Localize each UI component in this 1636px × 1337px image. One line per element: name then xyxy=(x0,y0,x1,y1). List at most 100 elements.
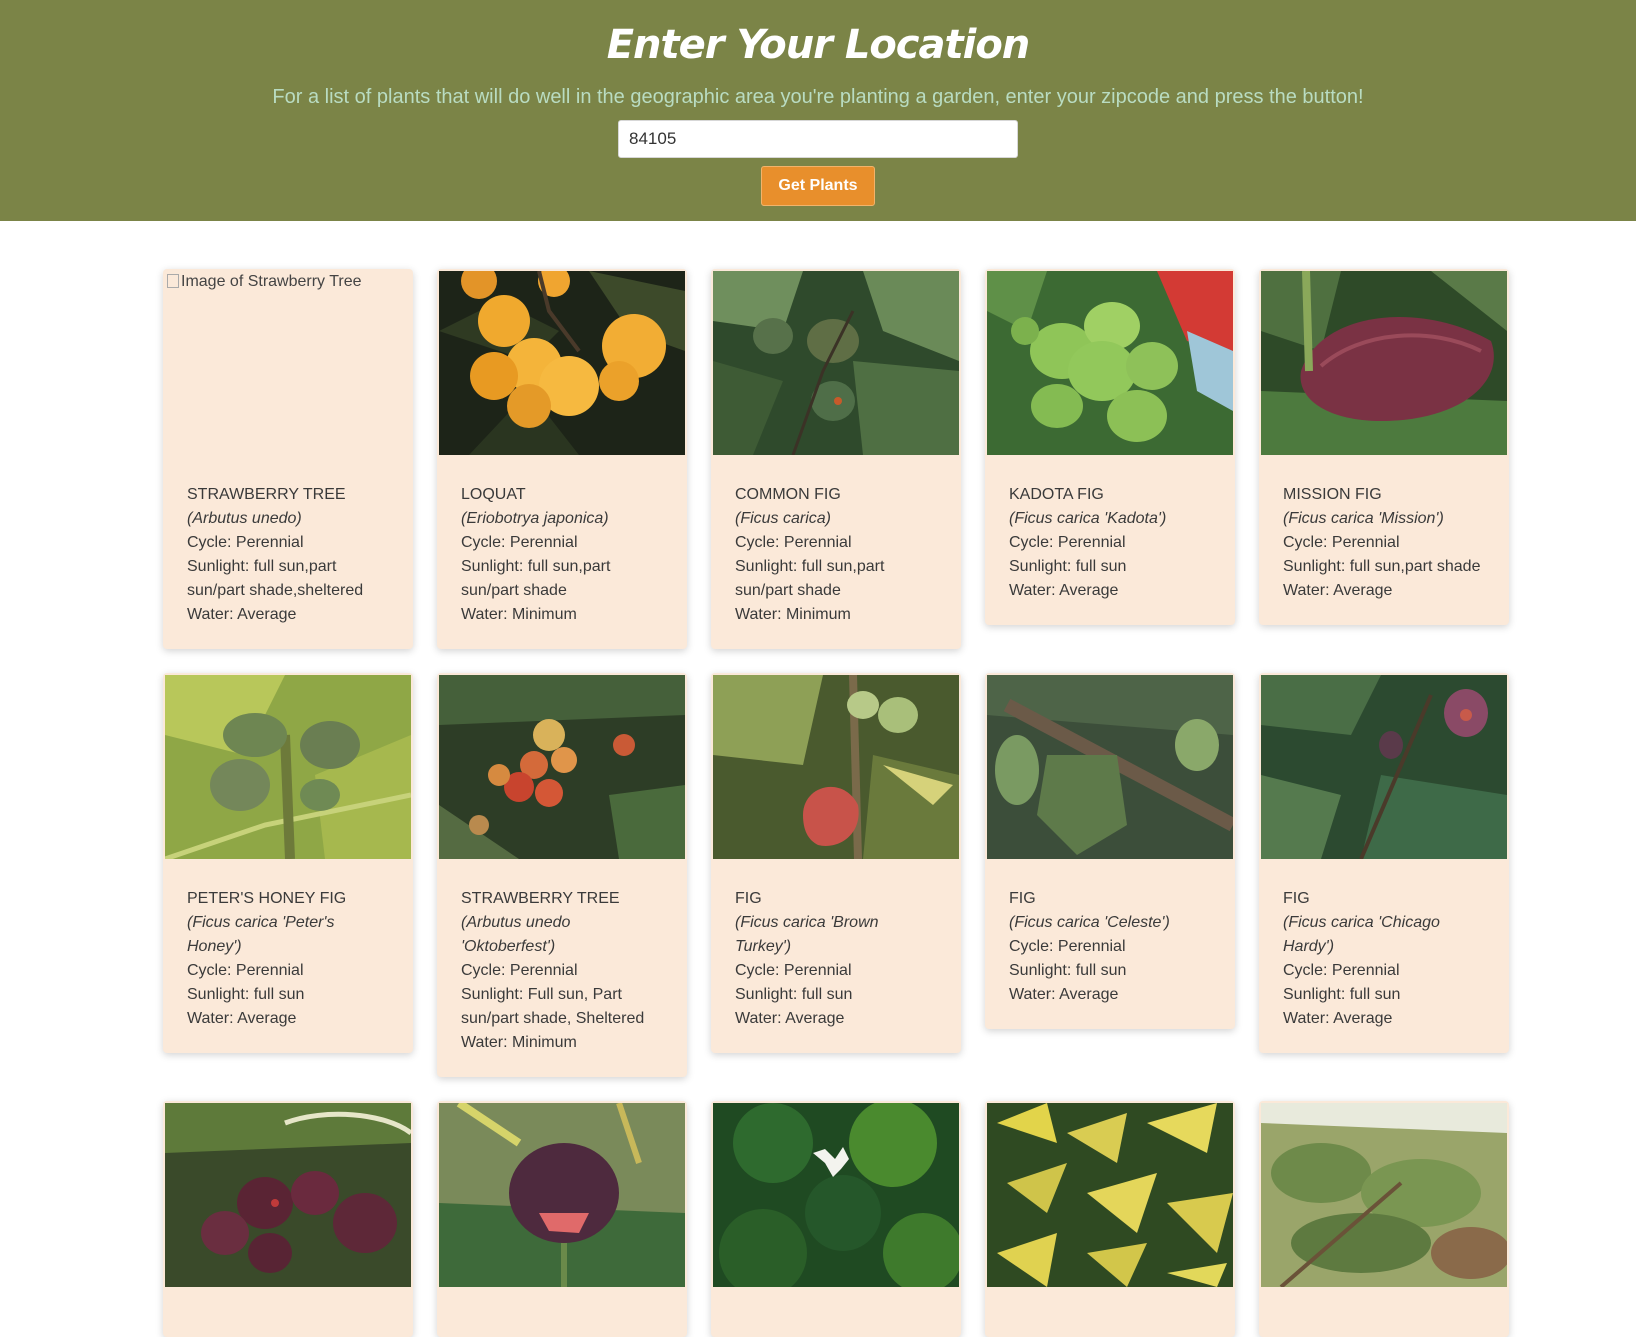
plant-water: Water: Minimum xyxy=(461,606,577,623)
plant-card: KADOTA FIG (Ficus carica 'Kadota') Cycle… xyxy=(985,269,1235,625)
get-plants-button[interactable]: Get Plants xyxy=(761,166,875,206)
plant-info: MISSION FIG (Ficus carica 'Mission') Cyc… xyxy=(1261,455,1507,603)
plant-common-name: KADOTA FIG xyxy=(1009,486,1104,503)
plant-sunlight: Sunlight: full sun,part shade xyxy=(1283,558,1481,575)
plant-card: STRAWBERRY TREE (Arbutus unedo 'Oktoberf… xyxy=(437,673,687,1077)
plant-scientific-name: (Arbutus unedo 'Oktoberfest') xyxy=(461,914,571,955)
plant-card xyxy=(711,1101,961,1337)
loquat-photo xyxy=(439,271,685,455)
plant-sunlight: Sunlight: full sun xyxy=(1283,986,1401,1003)
plant-common-name: COMMON FIG xyxy=(735,486,841,503)
plant-water: Water: Average xyxy=(187,1010,297,1027)
variegated-leaves-photo xyxy=(987,1103,1233,1287)
plant-sunlight: Sunlight: full sun,part sun/part shade xyxy=(735,558,885,599)
zipcode-input[interactable] xyxy=(618,120,1018,158)
plant-card: FIG (Ficus carica 'Chicago Hardy') Cycle… xyxy=(1259,673,1509,1053)
peters-honey-fig-photo xyxy=(165,675,411,859)
plant-sunlight: Sunlight: full sun xyxy=(1009,558,1127,575)
image-alt-text: Image of Strawberry Tree xyxy=(181,273,362,290)
plant-card: LOQUAT (Eriobotrya japonica) Cycle: Pere… xyxy=(437,269,687,649)
plant-sunlight: Sunlight: full sun xyxy=(187,986,305,1003)
plant-card: Image of Strawberry Tree STRAWBERRY TREE… xyxy=(163,269,413,649)
plant-card: MISSION FIG (Ficus carica 'Mission') Cyc… xyxy=(1259,269,1509,625)
plant-info xyxy=(439,1287,685,1315)
plant-common-name: STRAWBERRY TREE xyxy=(187,486,346,503)
plant-card xyxy=(163,1101,413,1337)
plant-info: COMMON FIG (Ficus carica) Cycle: Perenni… xyxy=(713,455,959,627)
plant-info: FIG (Ficus carica 'Brown Turkey') Cycle:… xyxy=(713,859,959,1031)
plant-info: PETER'S HONEY FIG (Ficus carica 'Peter's… xyxy=(165,859,411,1031)
broken-image-placeholder: Image of Strawberry Tree xyxy=(165,271,411,455)
plant-common-name: LOQUAT xyxy=(461,486,526,503)
plant-info: FIG (Ficus carica 'Celeste') Cycle: Pere… xyxy=(987,859,1233,1007)
plant-sunlight: Sunlight: full sun xyxy=(735,986,853,1003)
plant-scientific-name: (Arbutus unedo) xyxy=(187,510,302,527)
plant-info: KADOTA FIG (Ficus carica 'Kadota') Cycle… xyxy=(987,455,1233,603)
plant-scientific-name: (Ficus carica 'Brown Turkey') xyxy=(735,914,879,955)
split-fig-photo xyxy=(439,1103,685,1287)
plant-info xyxy=(987,1287,1233,1315)
plant-info xyxy=(1261,1287,1507,1315)
plant-scientific-name: (Ficus carica 'Chicago Hardy') xyxy=(1283,914,1440,955)
plant-cycle: Cycle: Perennial xyxy=(735,534,852,551)
plant-sunlight: Sunlight: full sun xyxy=(1009,962,1127,979)
plant-cycle: Cycle: Perennial xyxy=(461,534,578,551)
plant-water: Water: Minimum xyxy=(461,1034,577,1051)
kadota-fig-photo xyxy=(987,271,1233,455)
common-fig-photo xyxy=(713,271,959,455)
tree-canopy-photo xyxy=(1261,1103,1507,1287)
plant-common-name: FIG xyxy=(1009,890,1036,907)
plant-info xyxy=(713,1287,959,1315)
brown-turkey-fig-photo xyxy=(713,675,959,859)
plant-card xyxy=(985,1101,1235,1337)
instructions-text: For a list of plants that will do well i… xyxy=(272,86,1364,108)
plant-scientific-name: (Ficus carica 'Mission') xyxy=(1283,510,1444,527)
plant-common-name: MISSION FIG xyxy=(1283,486,1382,503)
plant-sunlight: Sunlight: full sun,part sun/part shade xyxy=(461,558,611,599)
plant-common-name: FIG xyxy=(735,890,762,907)
plant-cycle: Cycle: Perennial xyxy=(187,534,304,551)
mission-fig-photo xyxy=(1261,271,1507,455)
plant-scientific-name: (Ficus carica 'Celeste') xyxy=(1009,914,1170,931)
plant-info: FIG (Ficus carica 'Chicago Hardy') Cycle… xyxy=(1261,859,1507,1031)
plant-card: PETER'S HONEY FIG (Ficus carica 'Peter's… xyxy=(163,673,413,1053)
plant-cycle: Cycle: Perennial xyxy=(187,962,304,979)
plant-cycle: Cycle: Perennial xyxy=(1283,962,1400,979)
plant-info: LOQUAT (Eriobotrya japonica) Cycle: Pere… xyxy=(439,455,685,627)
plant-common-name: STRAWBERRY TREE xyxy=(461,890,620,907)
plant-cycle: Cycle: Perennial xyxy=(1009,534,1126,551)
plant-card: FIG (Ficus carica 'Celeste') Cycle: Pere… xyxy=(985,673,1235,1029)
strawberry-tree-photo xyxy=(439,675,685,859)
location-header: Enter Your Location For a list of plants… xyxy=(0,0,1636,221)
plant-water: Water: Average xyxy=(187,606,297,623)
plant-card: FIG (Ficus carica 'Brown Turkey') Cycle:… xyxy=(711,673,961,1053)
celeste-fig-photo xyxy=(987,675,1233,859)
plant-sunlight: Sunlight: Full sun, Part sun/part shade,… xyxy=(461,986,645,1027)
plant-scientific-name: (Eriobotrya japonica) xyxy=(461,510,609,527)
plant-water: Water: Average xyxy=(1283,1010,1393,1027)
plant-water: Water: Minimum xyxy=(735,606,851,623)
plant-sunlight: Sunlight: full sun,part sun/part shade,s… xyxy=(187,558,364,599)
clover-flower-photo xyxy=(713,1103,959,1287)
plant-water: Water: Average xyxy=(1009,582,1119,599)
plant-cycle: Cycle: Perennial xyxy=(1283,534,1400,551)
plant-scientific-name: (Ficus carica 'Peter's Honey') xyxy=(187,914,335,955)
dark-figs-photo xyxy=(165,1103,411,1287)
plant-info: STRAWBERRY TREE (Arbutus unedo 'Oktoberf… xyxy=(439,859,685,1055)
plant-cycle: Cycle: Perennial xyxy=(461,962,578,979)
plant-card xyxy=(437,1101,687,1337)
plant-scientific-name: (Ficus carica) xyxy=(735,510,832,527)
plant-cycle: Cycle: Perennial xyxy=(735,962,852,979)
plant-card: COMMON FIG (Ficus carica) Cycle: Perenni… xyxy=(711,269,961,649)
plant-water: Water: Average xyxy=(1009,986,1119,1003)
plant-info xyxy=(165,1287,411,1315)
plant-water: Water: Average xyxy=(735,1010,845,1027)
page-title: Enter Your Location xyxy=(606,22,1031,68)
plant-scientific-name: (Ficus carica 'Kadota') xyxy=(1009,510,1167,527)
plant-cycle: Cycle: Perennial xyxy=(1009,938,1126,955)
plant-card xyxy=(1259,1101,1509,1337)
broken-image-icon xyxy=(167,274,179,288)
plant-info: STRAWBERRY TREE (Arbutus unedo) Cycle: P… xyxy=(165,455,411,627)
chicago-hardy-fig-photo xyxy=(1261,675,1507,859)
plant-water: Water: Average xyxy=(1283,582,1393,599)
